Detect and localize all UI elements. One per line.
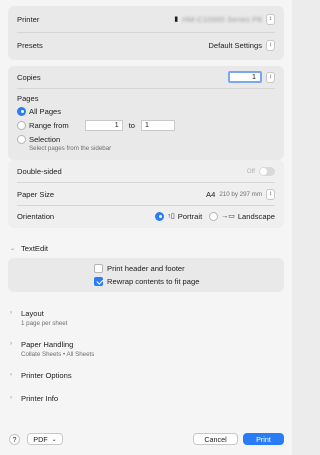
copies-pages-group: Copies 1 ↕ Pages All Pages Range from 1 … (8, 66, 284, 160)
copies-label: Copies (17, 72, 41, 82)
paper-handling-subtitle-row: Collate Sheets • All Sheets (10, 350, 282, 358)
print-header-checkbox[interactable] (94, 263, 103, 273)
divider (17, 182, 275, 183)
printer-label: Printer (17, 14, 40, 24)
paper-group: Double-sided Off Paper Size A4 210 by 29… (8, 160, 284, 228)
help-label: ? (12, 435, 17, 444)
printer-info-title: Printer Info (21, 393, 59, 403)
selection-hint: Select pages from the sidebar (29, 145, 112, 152)
double-sided-value: Off (246, 167, 255, 175)
layout-section-header[interactable]: › Layout (10, 308, 282, 318)
landscape-label: Landscape (237, 211, 275, 221)
chevron-down-icon: ⌄ (51, 436, 57, 443)
printer-icon: ▮ (174, 16, 179, 23)
range-to-label: to (128, 120, 136, 130)
orientation-row: Orientation ↑▯ Portrait →▭ Landscape (17, 210, 275, 222)
paper-handling-title: Paper Handling (21, 339, 74, 349)
all-pages-label: All Pages (29, 106, 62, 116)
paper-handling-subtitle: Collate Sheets • All Sheets (21, 350, 95, 358)
paper-size-popup-arrows-icon[interactable]: ↕ (266, 188, 275, 200)
portrait-label: Portrait (177, 211, 203, 221)
range-row[interactable]: Range from 1 to 1 (17, 119, 275, 131)
layout-title: Layout (21, 308, 44, 318)
range-end-input[interactable]: 1 (141, 119, 176, 131)
selection-row[interactable]: Selection (17, 134, 275, 144)
orientation-label: Orientation (17, 211, 55, 221)
printer-options-section-header[interactable]: › Printer Options (10, 370, 282, 380)
paper-size-label: Paper Size (17, 189, 55, 199)
range-from-label: Range from (29, 120, 69, 130)
layout-subtitle-row: 1 page per sheet (10, 319, 282, 327)
rewrap-checkbox[interactable] (94, 276, 103, 286)
pages-heading-row: Pages (17, 93, 275, 103)
divider (17, 88, 275, 89)
range-start-input[interactable]: 1 (84, 119, 123, 131)
rewrap-label: Rewrap contents to fit page (107, 276, 200, 286)
portrait-radio[interactable] (155, 211, 165, 221)
printer-row[interactable]: Printer ▮ HM-C10000 Series P8 ↕ (17, 13, 275, 25)
print-button[interactable]: Print (243, 433, 284, 445)
pdf-menu-button[interactable]: PDF ⌄ (27, 433, 63, 445)
double-sided-label: Double-sided (17, 166, 62, 176)
printer-options-title: Printer Options (21, 370, 72, 380)
paper-handling-section-header[interactable]: › Paper Handling (10, 339, 282, 349)
selection-radio[interactable] (17, 134, 26, 144)
textedit-section-header[interactable]: ⌄ TextEdit (10, 243, 282, 253)
cancel-button[interactable]: Cancel (193, 433, 238, 445)
chevron-right-icon[interactable]: › (10, 310, 17, 316)
textedit-options-group: Print header and footer Rewrap contents … (8, 258, 284, 292)
paper-size-row[interactable]: Paper Size A4 210 by 297 mm ↕ (17, 188, 275, 200)
divider (17, 32, 275, 33)
chevron-right-icon[interactable]: › (10, 372, 17, 378)
copies-row: Copies 1 ↕ (17, 71, 275, 83)
paper-size-value[interactable]: A4 (206, 190, 215, 199)
chevron-down-icon[interactable]: ⌄ (10, 245, 17, 252)
presets-row[interactable]: Presets Default Settings ↕ (17, 39, 275, 51)
printer-popup-arrows-icon[interactable]: ↕ (266, 13, 275, 25)
pdf-label: PDF (33, 434, 48, 444)
landscape-icon: →▭ (221, 213, 235, 220)
presets-popup-arrows-icon[interactable]: ↕ (266, 39, 275, 51)
selection-label: Selection (29, 134, 61, 144)
printer-info-section-header[interactable]: › Printer Info (10, 393, 282, 403)
double-sided-row: Double-sided Off (17, 165, 275, 177)
copies-input[interactable]: 1 (228, 71, 262, 83)
chevron-right-icon[interactable]: › (10, 395, 17, 401)
copies-stepper[interactable]: ↕ (266, 71, 275, 83)
textedit-title: TextEdit (21, 243, 49, 253)
printer-group: Printer ▮ HM-C10000 Series P8 ↕ Presets … (8, 6, 284, 60)
help-button[interactable]: ? (9, 434, 20, 445)
paper-size-dims: 210 by 297 mm (219, 190, 262, 198)
portrait-icon: ↑▯ (167, 213, 175, 220)
selection-hint-row: Select pages from the sidebar (17, 144, 275, 153)
landscape-radio[interactable] (209, 211, 219, 221)
rewrap-row[interactable]: Rewrap contents to fit page (94, 276, 275, 286)
presets-value[interactable]: Default Settings (208, 41, 262, 50)
print-header-label: Print header and footer (107, 263, 185, 273)
cancel-label: Cancel (204, 434, 227, 444)
pages-label: Pages (17, 93, 39, 103)
divider (17, 205, 275, 206)
print-label: Print (256, 434, 271, 444)
printer-name[interactable]: HM-C10000 Series P8 (182, 15, 262, 24)
print-dialog: Printer ▮ HM-C10000 Series P8 ↕ Presets … (0, 0, 292, 455)
range-radio[interactable] (17, 120, 26, 130)
all-pages-row[interactable]: All Pages (17, 106, 275, 116)
chevron-right-icon[interactable]: › (10, 341, 17, 347)
all-pages-radio[interactable] (17, 106, 26, 116)
double-sided-toggle[interactable] (259, 166, 275, 176)
presets-label: Presets (17, 40, 43, 50)
print-header-row[interactable]: Print header and footer (94, 263, 275, 273)
layout-subtitle: 1 page per sheet (21, 319, 68, 327)
